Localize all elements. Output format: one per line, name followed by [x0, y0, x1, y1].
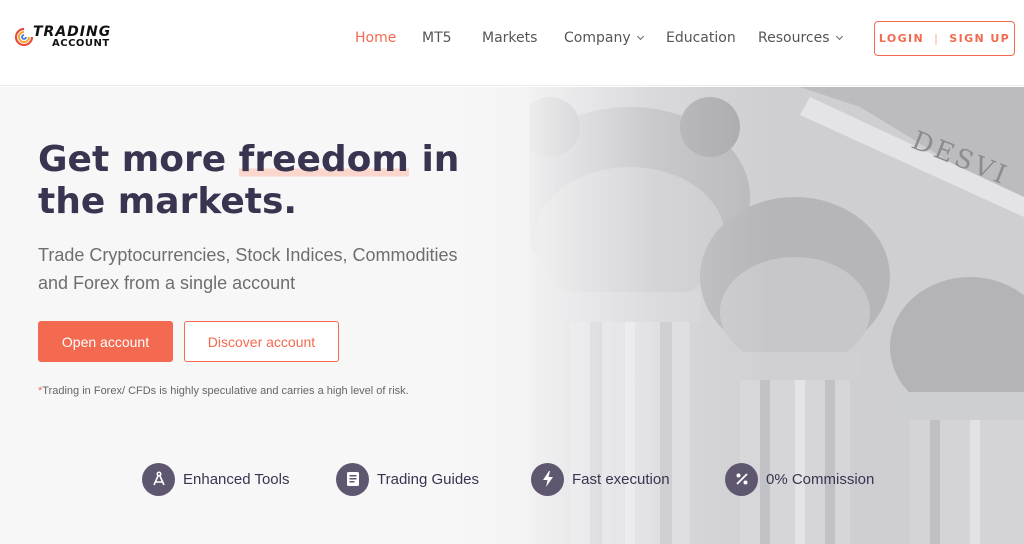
- brand-logo[interactable]: TRADING ACCOUNT: [14, 22, 134, 52]
- feature-zero-commission: 0% Commission: [725, 462, 874, 496]
- nav-education[interactable]: Education: [666, 30, 736, 46]
- nav-mt5[interactable]: MT5: [422, 30, 452, 46]
- risk-disclaimer: *Trading in Forex/ CFDs is highly specul…: [38, 385, 409, 397]
- open-account-button[interactable]: Open account: [38, 321, 173, 362]
- feature-fast-execution: Fast execution: [531, 462, 670, 496]
- chevron-down-icon: [835, 32, 843, 41]
- hero-headline: Get more freedom in the markets.: [38, 139, 478, 223]
- chevron-down-icon: [636, 32, 644, 41]
- lightning-icon: [531, 462, 564, 496]
- nav-resources-label: Resources: [758, 30, 830, 46]
- site-header: TRADING ACCOUNT Home MT5 Markets Company…: [0, 0, 1024, 86]
- login-link[interactable]: LOGIN: [879, 32, 924, 45]
- headline-highlight: freedom: [238, 139, 409, 180]
- feature-label: Enhanced Tools: [183, 470, 290, 488]
- nav-markets[interactable]: Markets: [482, 30, 537, 46]
- feature-enhanced-tools: Enhanced Tools: [142, 462, 289, 496]
- compass-tools-icon: [142, 462, 175, 496]
- nav-resources[interactable]: Resources: [758, 30, 843, 46]
- feature-label: 0% Commission: [766, 470, 875, 488]
- logo-swirl-icon: [14, 27, 34, 47]
- feature-label: Fast execution: [572, 470, 670, 488]
- auth-box: LOGIN | SIGN UP: [874, 21, 1015, 56]
- nav-company-label: Company: [564, 30, 631, 46]
- feature-trading-guides: Trading Guides: [336, 462, 479, 496]
- logo-text-account: ACCOUNT: [52, 38, 110, 49]
- auth-separator: |: [934, 32, 940, 45]
- signup-link[interactable]: SIGN UP: [949, 32, 1010, 45]
- risk-text: Trading in Forex/ CFDs is highly specula…: [42, 385, 409, 397]
- percent-icon: [725, 462, 758, 496]
- nav-home[interactable]: Home: [355, 30, 396, 46]
- feature-label: Trading Guides: [377, 470, 479, 488]
- hero-subtitle: Trade Cryptocurrencies, Stock Indices, C…: [38, 245, 458, 293]
- nav-company[interactable]: Company: [564, 30, 644, 46]
- hero-section: DESVI Get more freedom in the markets. T…: [0, 87, 1024, 544]
- guide-book-icon: [336, 462, 369, 496]
- headline-text-pre: Get more: [38, 139, 239, 180]
- discover-account-button[interactable]: Discover account: [184, 321, 339, 362]
